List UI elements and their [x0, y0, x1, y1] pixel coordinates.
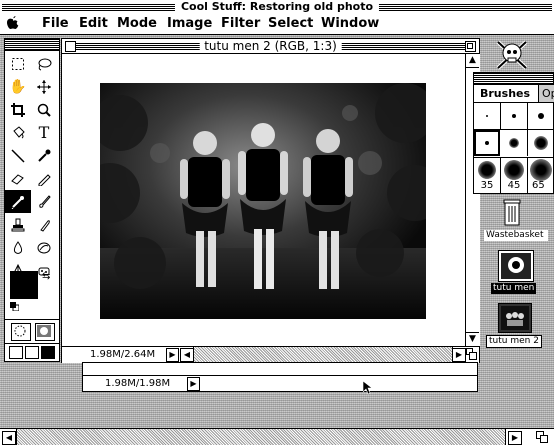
toolbox-divider: [5, 319, 59, 320]
tab-options[interactable]: Op: [538, 85, 554, 102]
tutu-men-file-icon[interactable]: [498, 250, 534, 282]
airbrush-icon[interactable]: [5, 190, 31, 213]
tutu-men-file-label: tutu men: [491, 283, 537, 294]
brush-tile[interactable]: [528, 103, 553, 130]
move-icon[interactable]: [31, 75, 57, 98]
brush-size-label: 45: [507, 180, 521, 191]
second-window-top: [83, 363, 477, 376]
bottom-resize-box-icon[interactable]: [536, 431, 548, 443]
scroll-right-arrow-icon[interactable]: ▶: [452, 348, 466, 362]
marquee-icon[interactable]: [5, 52, 31, 75]
type-icon[interactable]: T: [31, 121, 57, 144]
tutu-men-2-file-icon[interactable]: [498, 303, 532, 333]
resize-box-icon[interactable]: [466, 348, 477, 360]
document-window: tutu men 2 (RGB, 1:3) ▲ ▼ 1.98M/2.64M ▶ …: [61, 38, 480, 363]
skull-app-icon[interactable]: [494, 38, 530, 72]
second-window-status-bar: 1.98M/1.98M ▶: [83, 376, 477, 391]
app-title: Cool Stuff: Restoring old photo: [174, 0, 380, 14]
swap-colors-icon[interactable]: ⇆: [42, 271, 50, 282]
second-size-popup-arrow-icon[interactable]: ▶: [187, 377, 200, 391]
crop-icon[interactable]: [5, 98, 31, 121]
zoom-box-icon[interactable]: [465, 41, 476, 52]
second-size-readout: 1.98M/1.98M: [105, 378, 171, 389]
hand-icon[interactable]: ✋: [5, 75, 31, 98]
toolbox-title-bar[interactable]: [5, 39, 59, 51]
eyedropper-icon[interactable]: [31, 144, 57, 167]
menu-filter[interactable]: Filter: [221, 14, 260, 34]
full-screen-menu-mode-icon[interactable]: [25, 346, 39, 359]
brush-tile[interactable]: 35: [474, 157, 501, 194]
menu-image[interactable]: Image: [167, 14, 212, 34]
apple-menu-icon[interactable]: [6, 15, 20, 36]
bucket-icon[interactable]: [5, 121, 31, 144]
lasso-icon[interactable]: [31, 52, 57, 75]
app-title-bar[interactable]: Cool Stuff: Restoring old photo: [0, 0, 554, 15]
menu-edit[interactable]: Edit: [79, 14, 108, 34]
brushes-palette-title-bar[interactable]: [474, 73, 553, 85]
toolbox-palette: ✋ T ⇆: [4, 38, 60, 362]
menu-window[interactable]: Window: [321, 14, 379, 34]
brush-grid: 35 45 65: [474, 103, 553, 194]
second-document-window: 1.98M/1.98M ▶: [82, 362, 478, 395]
scroll-down-arrow-icon[interactable]: ▼: [466, 332, 479, 346]
bottom-scroll-left-arrow-icon[interactable]: ◀: [2, 431, 16, 445]
tool-grid: ✋ T: [5, 52, 59, 282]
document-size-readout: 1.98M/2.64M: [90, 349, 156, 360]
brushes-palette: Brushes Op 35 45 65: [473, 72, 554, 194]
color-swatches: ⇆: [8, 271, 56, 315]
scroll-left-arrow-icon[interactable]: ◀: [180, 348, 194, 362]
pencil-icon[interactable]: [31, 167, 57, 190]
foreground-color-swatch[interactable]: [10, 271, 38, 299]
tutu-men-2-file-label: tutu men 2: [486, 335, 542, 348]
bottom-scroll-track[interactable]: [16, 429, 506, 445]
canvas-area[interactable]: [62, 54, 465, 346]
brush-size-label: 35: [480, 180, 494, 191]
tutu-men-photo: [100, 83, 426, 319]
standard-screen-mode-icon[interactable]: [9, 346, 23, 359]
brush-tile-selected[interactable]: [474, 130, 500, 156]
brush-tile[interactable]: [474, 103, 501, 130]
brush-tile[interactable]: [528, 130, 553, 156]
size-popup-arrow-icon[interactable]: ▶: [166, 348, 179, 362]
screen-mode-buttons: [9, 346, 55, 359]
default-colors-icon[interactable]: [10, 301, 20, 312]
blur-icon[interactable]: [5, 236, 31, 259]
brush-tile[interactable]: 45: [501, 157, 528, 194]
mouse-pointer-icon: [362, 380, 373, 398]
scroll-up-arrow-icon[interactable]: ▲: [466, 54, 479, 68]
smudge-icon[interactable]: [31, 213, 57, 236]
menu-mode[interactable]: Mode: [117, 14, 157, 34]
quick-mask-mode-icon[interactable]: [35, 323, 55, 341]
brush-icon[interactable]: [31, 190, 57, 213]
document-status-bar: 1.98M/2.64M ▶ ◀ ▶: [62, 346, 479, 363]
menu-file[interactable]: File: [42, 14, 69, 34]
full-screen-mode-icon[interactable]: [41, 346, 55, 359]
toolbox-divider-2: [5, 343, 59, 344]
brush-tile[interactable]: [501, 103, 528, 130]
rubber-stamp-icon[interactable]: [5, 213, 31, 236]
brush-tile[interactable]: 65: [528, 157, 553, 194]
brush-size-label: 65: [532, 180, 545, 191]
brush-tile[interactable]: [501, 130, 528, 156]
wastebasket-icon[interactable]: [500, 197, 524, 227]
tab-brushes[interactable]: Brushes: [480, 85, 530, 102]
horizontal-scroll-track[interactable]: [193, 347, 453, 362]
dodge-icon[interactable]: [31, 236, 57, 259]
document-title: tutu men 2 (RGB, 1:3): [199, 39, 342, 53]
line-icon[interactable]: [5, 144, 31, 167]
menu-bar: File Edit Mode Image Filter Select Windo…: [0, 14, 554, 35]
bottom-window-scrollbar: ◀ ▶: [0, 428, 554, 446]
zoom-icon[interactable]: [31, 98, 57, 121]
menu-select[interactable]: Select: [268, 14, 313, 34]
wastebasket-label: Wastebasket: [484, 230, 548, 241]
bottom-scroll-right-arrow-icon[interactable]: ▶: [508, 431, 522, 445]
eraser-icon[interactable]: [5, 167, 31, 190]
close-box-icon[interactable]: [65, 41, 76, 52]
document-title-bar[interactable]: tutu men 2 (RGB, 1:3): [62, 39, 479, 54]
standard-mode-icon[interactable]: [11, 323, 31, 341]
